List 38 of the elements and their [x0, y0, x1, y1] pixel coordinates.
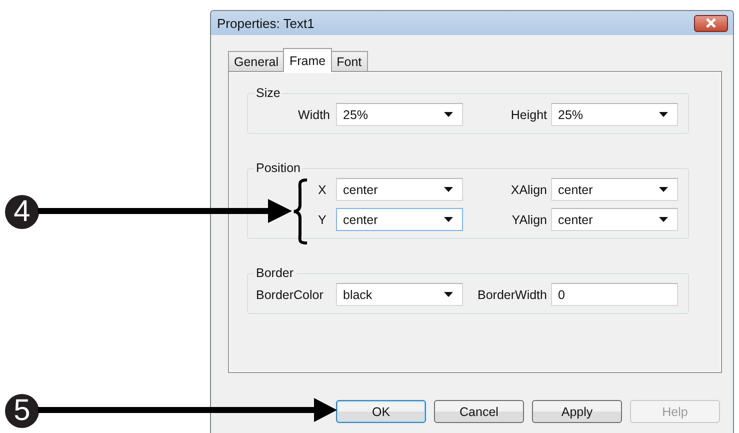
field-label: YAlign	[510, 212, 548, 226]
tab[interactable]: General	[228, 51, 284, 71]
dialog-button[interactable]: Apply	[532, 400, 622, 423]
dropdown-field[interactable]: center	[336, 178, 463, 201]
field-label: Y	[317, 212, 328, 226]
dropdown-field[interactable]: center	[551, 178, 678, 201]
close-button[interactable]	[694, 14, 728, 32]
window-title: Properties: Text1	[217, 16, 314, 30]
group-title: Size	[255, 86, 282, 100]
caret-icon	[444, 187, 453, 192]
tab[interactable]: Frame	[283, 48, 332, 72]
caret-icon	[444, 292, 453, 297]
tab[interactable]: Font	[330, 51, 368, 71]
caret-icon	[444, 112, 453, 117]
dialog-button[interactable]: Cancel	[434, 400, 524, 423]
field-label: X	[317, 182, 328, 196]
dropdown-field[interactable]: 25%	[336, 103, 463, 126]
caret-icon	[659, 112, 668, 117]
close-icon	[705, 18, 717, 28]
group-title: Border	[255, 266, 295, 280]
caret-icon	[659, 187, 668, 192]
field-label: Height	[510, 108, 548, 122]
field-label: Width	[297, 108, 331, 122]
curly-brace	[292, 178, 308, 244]
dropdown-field[interactable]: center	[336, 208, 463, 231]
group-title: Position	[255, 161, 302, 175]
input-field[interactable]: 0	[551, 283, 678, 306]
dialog-button[interactable]: OK	[336, 400, 426, 423]
dropdown-field[interactable]: center	[551, 208, 678, 231]
dropdown-field[interactable]: 25%	[551, 103, 678, 126]
field-label: BorderWidth	[476, 288, 548, 302]
field-label: XAlign	[510, 182, 548, 196]
caret-icon	[444, 217, 453, 222]
callout-number: 5	[5, 394, 39, 428]
dropdown-field[interactable]: black	[336, 283, 463, 306]
field-label: BorderColor	[256, 288, 324, 302]
callout-number: 4	[5, 195, 39, 229]
caret-icon	[659, 217, 668, 222]
